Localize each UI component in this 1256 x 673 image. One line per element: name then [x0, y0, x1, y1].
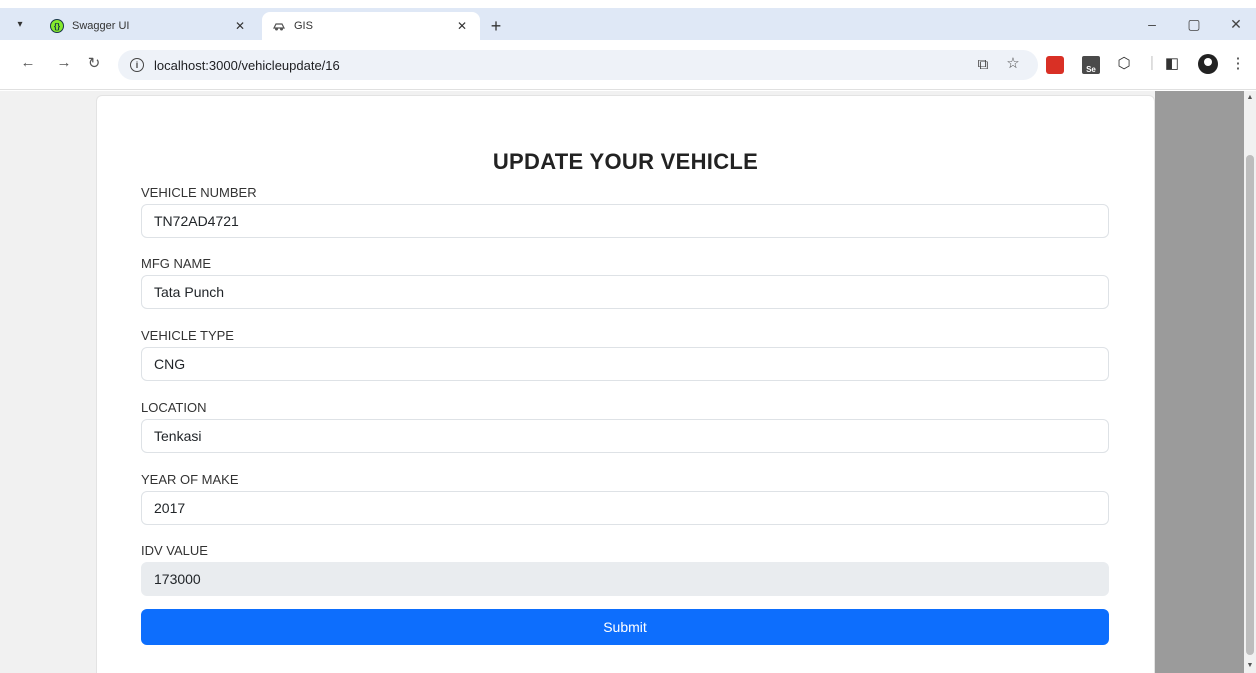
extension-red-icon[interactable]: [1046, 56, 1064, 74]
scrollbar[interactable]: ▲ ▼: [1244, 91, 1256, 673]
minimize-icon[interactable]: –: [1142, 16, 1162, 32]
dimmed-overlay: [1155, 91, 1244, 673]
tab-title: GIS: [294, 20, 313, 32]
mfg-name-label: MFG NAME: [141, 256, 212, 271]
close-icon[interactable]: ✕: [232, 19, 248, 33]
gis-favicon-icon: [272, 19, 286, 33]
vehicle-type-label: VEHICLE TYPE: [141, 328, 234, 343]
close-window-icon[interactable]: ✕: [1226, 16, 1246, 33]
new-tab-icon[interactable]: +: [486, 16, 506, 37]
location-label: LOCATION: [141, 400, 207, 415]
puzzle-icon[interactable]: ⬡: [1114, 54, 1134, 72]
side-panel-icon[interactable]: ◧: [1162, 54, 1182, 72]
reload-icon[interactable]: ↻: [84, 54, 104, 72]
swagger-favicon-icon: {}: [50, 19, 64, 33]
back-arrow-icon[interactable]: ←: [18, 54, 38, 71]
chevron-down-icon[interactable]: ▾: [10, 14, 30, 34]
tab-title: Swagger UI: [72, 20, 130, 32]
url-text[interactable]: localhost:3000/vehicleupdate/16: [154, 58, 340, 73]
selenium-extension-icon[interactable]: Se: [1082, 56, 1100, 74]
profile-icon[interactable]: [1198, 54, 1218, 74]
install-app-icon[interactable]: ⧉: [972, 56, 994, 73]
page-viewport: UPDATE YOUR VEHICLE VEHICLE NUMBER TN72A…: [0, 91, 1244, 673]
location-input[interactable]: Tenkasi: [141, 419, 1109, 453]
star-icon[interactable]: ☆: [1002, 54, 1024, 72]
close-icon[interactable]: ✕: [454, 19, 470, 33]
mfg-name-input[interactable]: Tata Punch: [141, 275, 1109, 309]
scrollbar-thumb[interactable]: [1246, 155, 1254, 655]
year-of-make-label: YEAR OF MAKE: [141, 472, 239, 487]
page-title: UPDATE YOUR VEHICLE: [492, 149, 759, 174]
maximize-icon[interactable]: ▢: [1184, 16, 1204, 33]
submit-button[interactable]: Submit: [141, 609, 1109, 645]
vehicle-number-label: VEHICLE NUMBER: [141, 185, 257, 200]
idv-value-input: 173000: [141, 562, 1109, 596]
tab-strip: ▾ {} Swagger UI ✕ GIS ✕ + – ▢ ✕: [0, 8, 1256, 40]
scroll-down-arrow-icon[interactable]: ▼: [1244, 659, 1256, 673]
idv-value-label: IDV VALUE: [141, 543, 208, 558]
forward-arrow-icon[interactable]: →: [54, 54, 74, 71]
year-of-make-input[interactable]: 2017: [141, 491, 1109, 525]
toolbar-divider: |: [1150, 54, 1154, 71]
kebab-menu-icon[interactable]: ⋮: [1228, 54, 1248, 72]
address-bar[interactable]: i localhost:3000/vehicleupdate/16: [118, 50, 1038, 80]
browser-toolbar: ← → ↻ i localhost:3000/vehicleupdate/16 …: [0, 40, 1256, 90]
scroll-up-arrow-icon[interactable]: ▲: [1244, 91, 1256, 105]
tab-swagger-ui[interactable]: {} Swagger UI ✕: [40, 12, 258, 40]
update-vehicle-card: UPDATE YOUR VEHICLE VEHICLE NUMBER TN72A…: [96, 95, 1155, 673]
vehicle-type-input[interactable]: CNG: [141, 347, 1109, 381]
tab-gis[interactable]: GIS ✕: [262, 12, 480, 40]
vehicle-number-input[interactable]: TN72AD4721: [141, 204, 1109, 238]
info-icon[interactable]: i: [130, 58, 144, 72]
